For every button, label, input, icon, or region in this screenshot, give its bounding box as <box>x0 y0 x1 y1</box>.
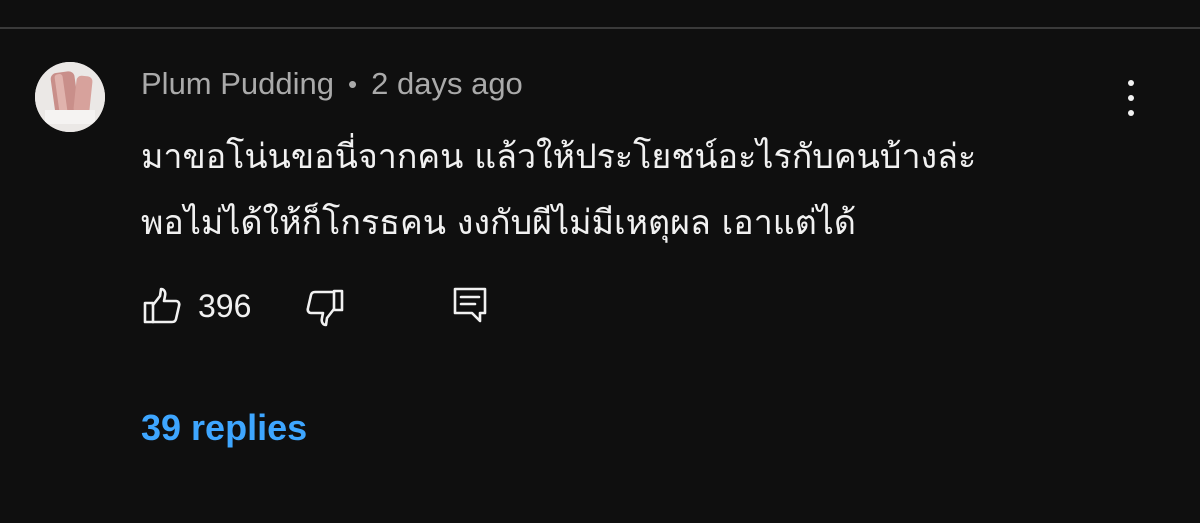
avatar-image <box>35 62 105 132</box>
dislike-button[interactable] <box>303 288 345 328</box>
replies-toggle[interactable]: 39 replies <box>141 406 307 450</box>
reply-comment-icon <box>453 287 487 323</box>
avatar[interactable] <box>35 62 105 132</box>
kebab-dot <box>1128 110 1134 116</box>
kebab-dot <box>1128 80 1134 86</box>
reply-button[interactable] <box>452 286 488 326</box>
like-count: 396 <box>198 288 252 324</box>
like-button[interactable] <box>142 286 182 326</box>
kebab-dot <box>1128 95 1134 101</box>
thumbs-down-icon <box>306 289 344 327</box>
comment-body: มาขอโน่นขอนี่จากคน แล้วให้ประโยชน์อะไรกั… <box>141 124 1101 256</box>
comment-line: มาขอโน่นขอนี่จากคน แล้วให้ประโยชน์อะไรกั… <box>141 137 977 177</box>
meta-separator: • <box>348 68 358 99</box>
comment-meta: Plum Pudding • 2 days ago <box>141 64 523 104</box>
more-vert-icon[interactable] <box>1116 78 1146 118</box>
author-name[interactable]: Plum Pudding <box>141 66 334 102</box>
comment-timestamp[interactable]: 2 days ago <box>371 66 523 102</box>
top-divider <box>0 27 1200 29</box>
comment-line: พอไม่ได้ให้ก็โกรธคน งงกับผีไม่มีเหตุผล เ… <box>141 203 856 243</box>
thumbs-up-icon <box>143 287 181 324</box>
